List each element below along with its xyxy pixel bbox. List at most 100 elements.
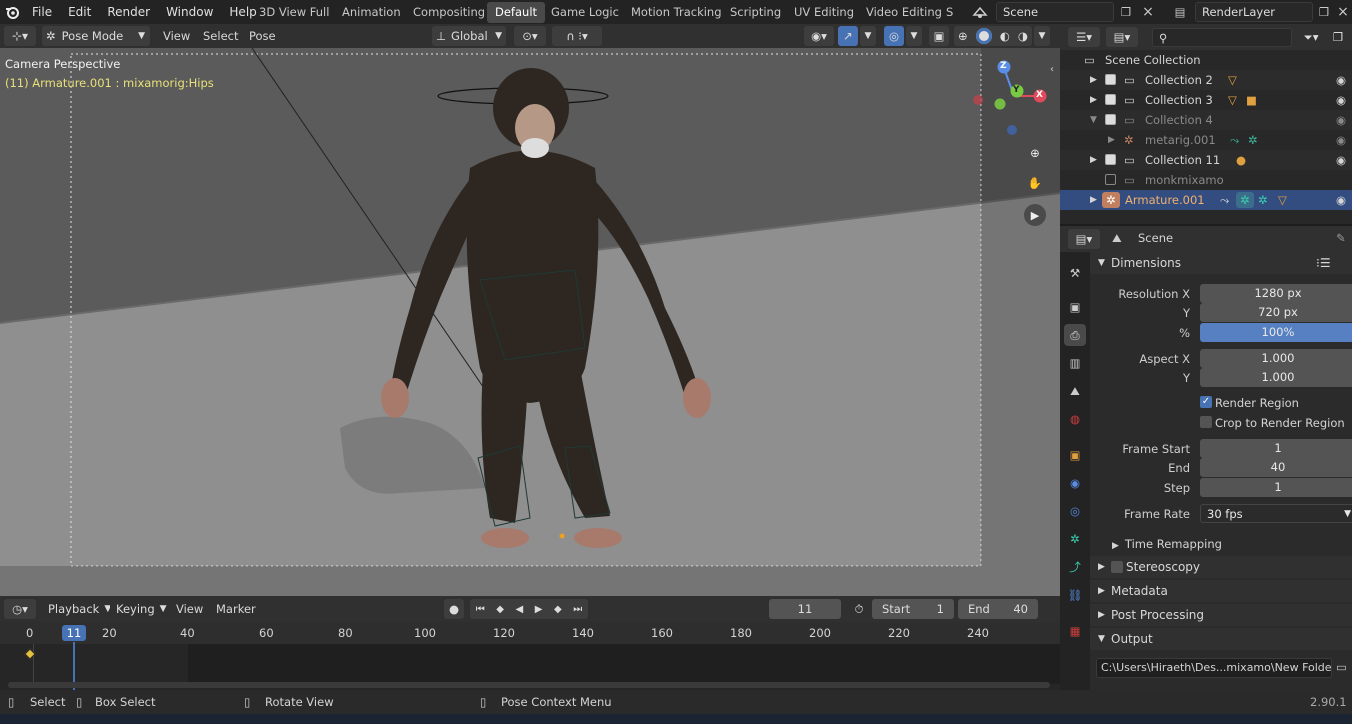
frame-ruler[interactable]: 0 11 20 40 60 80 100 120 140 160 180 200… <box>0 622 1060 644</box>
metadata-panel-header[interactable]: ▶ Metadata <box>1090 580 1352 602</box>
zoom-icon[interactable]: ⊕ <box>1024 142 1046 164</box>
overlay-dropdown[interactable]: ▼ <box>906 26 922 46</box>
post-processing-panel-header[interactable]: ▶ Post Processing <box>1090 604 1352 626</box>
menu-window[interactable]: Window <box>158 0 221 24</box>
tree-row-scene-collection[interactable]: ▭ Scene Collection <box>1060 50 1352 70</box>
timeline-menu-view[interactable]: View <box>176 599 203 619</box>
stereoscopy-checkbox[interactable] <box>1111 561 1123 573</box>
expand-arrow-icon[interactable]: ▶ <box>1090 70 1097 90</box>
tab-video-editing[interactable]: Video Editing <box>858 2 950 23</box>
jump-end-icon[interactable]: ⏭ <box>573 604 582 615</box>
menu-pose[interactable]: Pose <box>249 26 276 46</box>
visibility-button[interactable]: ◉▾ <box>804 26 834 46</box>
view-layer-selector[interactable]: RenderLayer <box>1195 2 1313 22</box>
expand-arrow-icon[interactable]: ▼ <box>1090 110 1097 130</box>
physics-tab-icon[interactable]: ◎ <box>1064 500 1086 522</box>
menu-view[interactable]: View <box>163 26 190 46</box>
tab-motion-tracking[interactable]: Motion Tracking <box>623 2 730 23</box>
new-view-layer-icon[interactable]: ❐ <box>1314 2 1334 22</box>
wireframe-shading-icon[interactable]: ⊕ <box>958 29 968 43</box>
navigation-gizmo[interactable]: Z X Y <box>972 58 1048 138</box>
transform-orientation-selector[interactable]: ⊥ Global ▼ <box>432 26 506 46</box>
new-collection-icon[interactable]: ❐ <box>1328 27 1348 47</box>
tree-row-metarig[interactable]: ▶ ✲ metarig.001 ⤳ ✲ ◉ <box>1060 130 1352 150</box>
rendered-shading-icon[interactable]: ◑ <box>1018 29 1028 43</box>
new-scene-icon[interactable]: ❐ <box>1116 2 1136 22</box>
camera-view-icon[interactable]: ▶ <box>1024 204 1046 226</box>
start-frame-field[interactable]: Start 1 <box>872 599 954 619</box>
bone-constraint-tab-icon[interactable]: ⛓ <box>1064 584 1086 606</box>
expand-arrow-icon[interactable]: ▶ <box>1090 190 1097 210</box>
timeline-editor-type[interactable]: ◷▾ <box>4 599 36 619</box>
delete-view-layer-icon[interactable]: × <box>1334 2 1352 22</box>
delete-scene-icon[interactable]: × <box>1138 2 1158 22</box>
overlay-toggle-button[interactable]: ◎ <box>884 26 904 46</box>
frame-end-field[interactable]: 40 <box>1200 458 1352 477</box>
menu-edit[interactable]: Edit <box>60 0 99 24</box>
object-data-tab-icon[interactable]: ✲ <box>1064 528 1086 550</box>
tree-row-collection-11[interactable]: ▶ ▭ Collection 11 ● ◉ <box>1060 150 1352 170</box>
timeline-area[interactable]: 0 11 20 40 60 80 100 120 140 160 180 200… <box>0 622 1060 692</box>
tree-row-monkmixamo[interactable]: ▭ monkmixamo <box>1060 170 1352 190</box>
crop-region-checkbox[interactable] <box>1200 416 1212 428</box>
jump-start-icon[interactable]: ⏮ <box>476 604 485 615</box>
frame-start-field[interactable]: 1 <box>1200 439 1352 458</box>
timeline-menu-marker[interactable]: Marker <box>216 599 256 619</box>
current-frame-field[interactable]: 11 <box>769 599 841 619</box>
mode-selector[interactable]: ✲ Pose Mode ▼ <box>42 26 150 46</box>
outliner-editor-type[interactable]: ☰▾ <box>1068 27 1100 47</box>
blender-logo-icon[interactable] <box>0 0 24 24</box>
presets-icon[interactable]: ⁝☰ <box>1316 252 1331 274</box>
eye-icon[interactable]: ◉ <box>1336 110 1346 130</box>
record-button[interactable]: ● <box>444 599 464 619</box>
exclude-checkbox[interactable] <box>1105 154 1116 165</box>
play-reverse-icon[interactable]: ◀ <box>516 604 524 615</box>
menu-file[interactable]: File <box>24 0 60 24</box>
material-shading-icon[interactable]: ◐ <box>1000 29 1010 43</box>
exclude-checkbox[interactable] <box>1105 74 1116 85</box>
menu-select[interactable]: Select <box>203 26 238 46</box>
tree-row-collection-4[interactable]: ▼ ▭ Collection 4 ◉ <box>1060 110 1352 130</box>
next-keyframe-icon[interactable]: ◆ <box>554 604 562 615</box>
pan-hand-icon[interactable]: ✋ <box>1024 172 1046 194</box>
menu-render[interactable]: Render <box>99 0 158 24</box>
3d-viewport[interactable]: Camera Perspective (11) Armature.001 : m… <box>0 48 1060 596</box>
world-tab-icon[interactable]: ◍ <box>1064 408 1086 430</box>
stopwatch-icon[interactable]: ⏱ <box>849 599 869 619</box>
scene-tab-icon[interactable]: ⛰ <box>1064 380 1086 402</box>
resolution-y-field[interactable]: 720 px <box>1200 303 1352 322</box>
play-icon[interactable]: ▶ <box>535 604 543 615</box>
properties-editor-type[interactable]: ▤▾ <box>1068 229 1100 249</box>
snap-button[interactable]: ∩ ⁝▾ <box>552 26 602 46</box>
eye-icon[interactable]: ◉ <box>1336 130 1346 150</box>
expand-arrow-icon[interactable]: ▶ <box>1090 150 1097 170</box>
scene-selector[interactable]: Scene <box>996 2 1114 22</box>
sidebar-toggle-icon[interactable]: ‹ <box>1050 64 1054 75</box>
outliner-search-input[interactable]: ⚲ <box>1152 28 1292 47</box>
tree-row-armature[interactable]: ▶ ✲ Armature.001 ⤳ ✲ ✲ ▽ ◉ <box>1060 190 1352 210</box>
tab-default[interactable]: Default <box>487 2 546 23</box>
frame-rate-dropdown[interactable]: 30 fps ▼ <box>1200 504 1352 523</box>
bone-tab-icon[interactable]: ⤴ <box>1064 556 1086 578</box>
aspect-x-field[interactable]: 1.000 <box>1200 349 1352 368</box>
xray-toggle-button[interactable]: ▣ <box>929 26 949 46</box>
tree-row-collection-3[interactable]: ▶ ▭ Collection 3 ▽ ■ ◉ <box>1060 90 1352 110</box>
texture-tab-icon[interactable]: ▦ <box>1064 620 1086 642</box>
modifier-tab-icon[interactable]: ◉ <box>1064 472 1086 494</box>
eye-icon[interactable]: ◉ <box>1336 90 1346 110</box>
aspect-y-field[interactable]: 1.000 <box>1200 368 1352 387</box>
tab-game-logic[interactable]: Game Logic <box>543 2 627 23</box>
gizmo-toggle-button[interactable]: ↗ <box>838 26 858 46</box>
exclude-checkbox[interactable] <box>1105 94 1116 105</box>
tab-compositing[interactable]: Compositing <box>405 2 493 23</box>
output-path-field[interactable]: C:\Users\Hiraeth\Des...mixamo\New Folder… <box>1096 658 1332 678</box>
eye-icon[interactable]: ◉ <box>1336 150 1346 170</box>
end-frame-field[interactable]: End 40 <box>958 599 1038 619</box>
tree-row-collection-2[interactable]: ▶ ▭ Collection 2 ▽ ◉ <box>1060 70 1352 90</box>
filter-button[interactable]: ⏷▾ <box>1296 27 1326 47</box>
tab-uv-editing[interactable]: UV Editing <box>786 2 862 23</box>
dimensions-panel-header[interactable]: ▼ Dimensions ⁝☰ <box>1090 252 1352 274</box>
expand-arrow-icon[interactable]: ▶ <box>1090 90 1097 110</box>
output-panel-header[interactable]: ▼ Output <box>1090 628 1352 650</box>
playback-menu[interactable]: Playback ▼ <box>40 599 111 619</box>
